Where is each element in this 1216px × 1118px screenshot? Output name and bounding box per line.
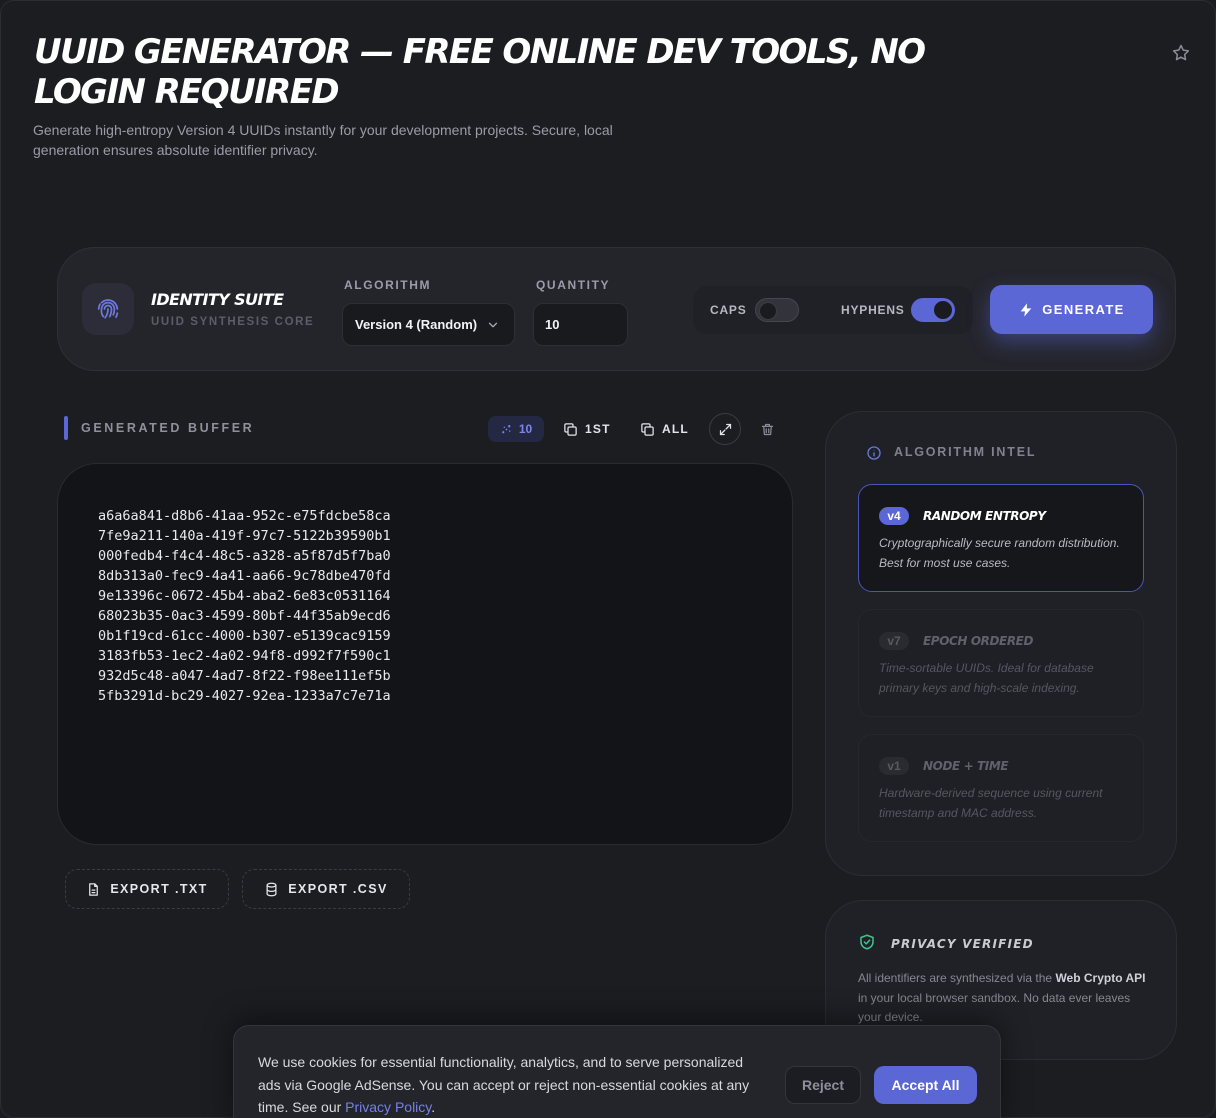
generate-button-label: GENERATE — [1042, 302, 1125, 317]
expand-button[interactable] — [709, 413, 741, 445]
algorithm-intel-title: ALGORITHM INTEL — [894, 445, 1037, 459]
privacy-text: All identifiers are synthesized via the … — [858, 969, 1148, 1028]
chevron-down-icon — [488, 322, 498, 328]
algo-card-head: v4 RANDOM ENTROPY — [879, 507, 1046, 525]
uuid-line: 8db313a0-fec9-4a41-aa66-9c78dbe470fd — [98, 568, 391, 584]
count-badge: 10 — [488, 416, 544, 442]
version-badge: v7 — [879, 632, 909, 650]
page-title: UUID GENERATOR — FREE ONLINE DEV TOOLS, … — [34, 32, 926, 112]
sparkle-icon — [501, 424, 511, 433]
hyphens-label: HYPHENS — [841, 303, 905, 317]
uuid-line: 3183fb53-1ec2-4a02-94f8-d992f7f590c1 — [98, 648, 391, 664]
cookie-banner: We use cookies for essential functionali… — [233, 1025, 1001, 1118]
privacy-text-bold: Web Crypto API — [1055, 971, 1146, 985]
lightning-icon — [1020, 302, 1032, 317]
algo-name: NODE + TIME — [923, 759, 1009, 773]
algo-card-v7[interactable]: v7 EPOCH ORDERED Time-sortable UUIDs. Id… — [858, 609, 1144, 717]
database-icon — [266, 882, 277, 896]
uuid-line: 0b1f19cd-61cc-4000-b307-e5139cac9159 — [98, 628, 391, 644]
uuid-line: 5fb3291d-bc29-4027-92ea-1233a7c7e71a — [98, 688, 391, 704]
caps-toggle-knob — [759, 302, 777, 320]
algorithm-select[interactable]: Version 4 (Random) — [342, 303, 515, 346]
algo-name: EPOCH ORDERED — [923, 634, 1034, 648]
page-subtitle: Generate high-entropy Version 4 UUIDs in… — [33, 122, 613, 158]
privacy-policy-link[interactable]: Privacy Policy — [345, 1099, 431, 1115]
algo-card-head: v7 EPOCH ORDERED — [879, 632, 1033, 650]
trash-icon — [761, 423, 773, 435]
algo-description: Hardware-derived sequence using current … — [879, 786, 1103, 820]
export-csv-button[interactable]: EXPORT .CSV — [242, 869, 410, 909]
version-badge: v1 — [879, 757, 909, 775]
privacy-text-end: in your local browser sandbox. No data e… — [858, 990, 1131, 1025]
toggles-group: CAPS HYPHENS — [693, 286, 973, 334]
buffer-title: GENERATED BUFFER — [81, 421, 255, 435]
algo-description: Cryptographically secure random distribu… — [879, 536, 1120, 570]
uuid-line: a6a6a841-d8b6-41aa-952c-e75fdcbe58ca — [98, 508, 391, 524]
favorite-button[interactable] — [1168, 40, 1194, 66]
algorithm-label: ALGORITHM — [344, 278, 432, 292]
uuid-line: 68023b35-0ac3-4599-80bf-44f35ab9ecd6 — [98, 608, 391, 624]
control-bar: IDENTITY SUITE UUID SYNTHESIS CORE ALGOR… — [57, 247, 1176, 371]
file-text-icon — [89, 882, 99, 896]
expand-icon — [719, 423, 731, 435]
algo-description: Time-sortable UUIDs. Ideal for database … — [879, 661, 1094, 695]
privacy-title: PRIVACY VERIFIED — [891, 937, 1034, 951]
uuid-line: 7fe9a211-140a-419f-97c7-5122b39590b1 — [98, 528, 391, 544]
cookie-message: We use cookies for essential functionali… — [258, 1054, 750, 1115]
copy-all-button[interactable]: ALL — [640, 416, 689, 442]
cookie-text: We use cookies for essential functionali… — [258, 1051, 768, 1118]
hyphens-toggle[interactable] — [911, 298, 955, 322]
accept-cookies-button[interactable]: Accept All — [874, 1066, 977, 1104]
uuid-line: 9e13396c-0672-45b4-aba2-6e83c0531164 — [98, 588, 391, 604]
uuid-line: 000fedb4-f4c4-48c5-a328-a5f87d5f7ba0 — [98, 548, 391, 564]
copy-icon — [564, 422, 577, 436]
caps-label: CAPS — [710, 303, 747, 317]
reject-cookies-button[interactable]: Reject — [785, 1066, 861, 1104]
buffer-accent-bar — [64, 416, 68, 440]
copy-icon — [641, 422, 654, 436]
privacy-text-start: All identifiers are synthesized via the — [858, 971, 1056, 985]
suite-subtitle: UUID SYNTHESIS CORE — [151, 316, 315, 328]
shield-check-icon — [860, 934, 874, 950]
algo-card-head: v1 NODE + TIME — [879, 757, 1009, 775]
suite-icon-box — [82, 283, 134, 335]
generate-button[interactable]: GENERATE — [990, 285, 1153, 334]
uuid-output[interactable]: a6a6a841-d8b6-41aa-952c-e75fdcbe58ca 7fe… — [57, 463, 793, 845]
clear-button[interactable] — [751, 413, 783, 445]
copy-all-label: ALL — [662, 422, 689, 436]
version-badge: v4 — [879, 507, 909, 525]
cookie-message-end: . — [431, 1099, 436, 1115]
export-txt-button[interactable]: EXPORT .TXT — [65, 869, 229, 909]
algo-card-v4[interactable]: v4 RANDOM ENTROPY Cryptographically secu… — [858, 484, 1144, 592]
hyphens-toggle-knob — [934, 301, 952, 319]
algorithm-select-value: Version 4 (Random) — [355, 317, 478, 332]
copy-first-button[interactable]: 1ST — [563, 416, 611, 442]
info-icon — [867, 446, 881, 460]
algo-name: RANDOM ENTROPY — [923, 509, 1046, 523]
uuid-line: 932d5c48-a047-4ad7-8f22-f98ee111ef5b — [98, 668, 391, 684]
star-icon — [1172, 44, 1190, 61]
suite-name: IDENTITY SUITE — [151, 290, 284, 309]
fingerprint-icon — [97, 299, 119, 319]
quantity-input[interactable] — [533, 303, 628, 346]
quantity-label: QUANTITY — [536, 278, 611, 292]
algo-card-v1[interactable]: v1 NODE + TIME Hardware-derived sequence… — [858, 734, 1144, 842]
count-badge-value: 10 — [518, 422, 533, 436]
caps-toggle[interactable] — [755, 298, 799, 322]
copy-first-label: 1ST — [585, 422, 611, 436]
export-txt-label: EXPORT .TXT — [110, 882, 208, 896]
export-csv-label: EXPORT .CSV — [288, 882, 388, 896]
